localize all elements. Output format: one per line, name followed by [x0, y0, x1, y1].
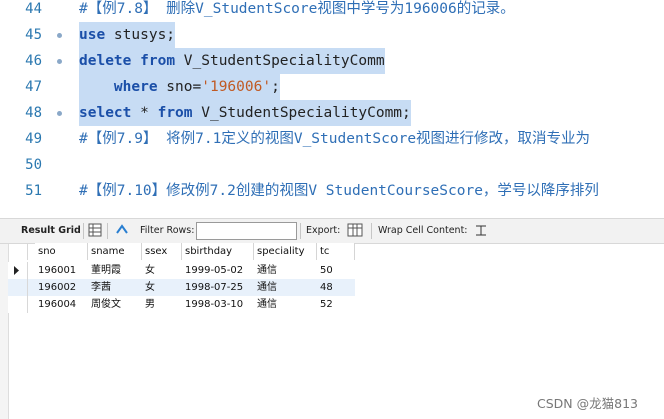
- code-text: where sno='196006';: [113, 79, 280, 95]
- column-header[interactable]: sno: [35, 243, 88, 260]
- table-row[interactable]: 196002 李茜女 1998-07-25 通信 48: [8, 279, 355, 296]
- toolbar-separator: [107, 223, 108, 239]
- table-cell[interactable]: 1999-05-02: [182, 262, 254, 279]
- editor-line[interactable]: 48 select * from V_StudentSpecialityComm;: [0, 100, 664, 126]
- table-cell[interactable]: 通信: [254, 296, 317, 313]
- wrap-cell-icon[interactable]: [475, 219, 487, 243]
- current-row-arrow-icon: [14, 266, 19, 275]
- wrap-cell-label: Wrap Cell Content:: [378, 225, 468, 236]
- filter-rows-label: Filter Rows:: [140, 225, 195, 236]
- row-indicator: [8, 296, 28, 313]
- line-number: 49: [25, 131, 42, 147]
- editor-line[interactable]: 49 #【例7.9】 将例7.1定义的视图V_StudentScore视图进行修改…: [0, 126, 664, 152]
- export-label: Export:: [306, 225, 341, 236]
- editor-line[interactable]: 44 #【例7.8】 删除V_StudentScore视图中学号为196006的记…: [0, 0, 664, 22]
- line-number: 50: [25, 157, 42, 173]
- editor-line[interactable]: 51 #【例7.10】修改例7.2创建的视图V_StudentCourseScor…: [0, 178, 664, 197]
- editor-line[interactable]: 47 where sno='196006';: [0, 74, 664, 100]
- column-header[interactable]: tc: [317, 243, 355, 260]
- code-text: #【例7.10】修改例7.2创建的视图V_StudentCourseScore，…: [79, 183, 599, 197]
- table-cell[interactable]: 50: [317, 262, 355, 279]
- column-header[interactable]: ssex: [142, 243, 182, 260]
- table-cell[interactable]: 通信: [254, 262, 317, 279]
- editor-line[interactable]: 45 use stusys;: [0, 22, 664, 48]
- filter-icon[interactable]: [115, 219, 129, 243]
- row-indicator: [8, 262, 28, 279]
- export-icon[interactable]: [347, 219, 363, 243]
- table-cell[interactable]: 48: [317, 279, 355, 296]
- table-cell[interactable]: 1998-07-25: [182, 279, 254, 296]
- table-cell[interactable]: 196002: [35, 279, 88, 296]
- editor-line[interactable]: 50: [0, 152, 664, 178]
- grid-view-icon[interactable]: [88, 219, 102, 243]
- watermark: CSDN @龙猫813: [537, 396, 638, 411]
- statement-marker-icon: [57, 111, 62, 116]
- code-text: use stusys;: [79, 27, 176, 43]
- table-cell[interactable]: 女: [142, 262, 182, 279]
- row-indicator: [8, 279, 28, 296]
- table-row[interactable]: 196004 周俊文男 1998-03-10 通信 52: [8, 296, 355, 313]
- table-cell[interactable]: 李茜: [88, 279, 142, 296]
- column-header[interactable]: sbirthday: [182, 243, 254, 260]
- line-number: 44: [25, 1, 42, 17]
- statement-marker-icon: [57, 59, 62, 64]
- table-cell[interactable]: 1998-03-10: [182, 296, 254, 313]
- code-text: select * from V_StudentSpecialityComm;: [79, 105, 411, 121]
- line-number: 47: [25, 79, 42, 95]
- editor-line[interactable]: 46 delete from V_StudentSpecialityComm: [0, 48, 664, 74]
- code-text: #【例7.8】 删除V_StudentScore视图中学号为196006的记录。: [79, 1, 515, 17]
- sql-editor[interactable]: 44 #【例7.8】 删除V_StudentScore视图中学号为196006的记…: [0, 0, 664, 197]
- line-number: 45: [25, 27, 42, 43]
- result-toolbar: Result Grid Filter Rows: Export: Wrap Ce…: [0, 218, 664, 244]
- statement-marker-icon: [57, 33, 62, 38]
- code-text: #【例7.9】 将例7.1定义的视图V_StudentScore视图进行修改，取…: [79, 131, 591, 147]
- row-indicator: [8, 243, 28, 260]
- table-cell[interactable]: 董明霞: [88, 262, 142, 279]
- line-number: 48: [25, 105, 42, 121]
- filter-rows-input[interactable]: [196, 222, 297, 240]
- result-grid-tab[interactable]: Result Grid: [21, 219, 81, 243]
- grid-header: sno sname ssex sbirthday speciality tc: [8, 243, 355, 260]
- table-cell[interactable]: 周俊文: [88, 296, 142, 313]
- table-cell[interactable]: 196001: [35, 262, 88, 279]
- code-text: delete from V_StudentSpecialityComm: [79, 53, 385, 69]
- table-cell[interactable]: 女: [142, 279, 182, 296]
- toolbar-separator: [83, 223, 84, 239]
- line-number: 46: [25, 53, 42, 69]
- table-cell[interactable]: 男: [142, 296, 182, 313]
- line-number: 51: [25, 183, 42, 197]
- table-cell[interactable]: 52: [317, 296, 355, 313]
- column-header[interactable]: sname: [88, 243, 142, 260]
- toolbar-separator: [371, 223, 372, 239]
- table-cell[interactable]: 通信: [254, 279, 317, 296]
- column-header[interactable]: speciality: [254, 243, 317, 260]
- table-cell[interactable]: 196004: [35, 296, 88, 313]
- toolbar-separator: [300, 223, 301, 239]
- table-row[interactable]: 196001 董明霞女 1999-05-02 通信 50: [8, 262, 355, 279]
